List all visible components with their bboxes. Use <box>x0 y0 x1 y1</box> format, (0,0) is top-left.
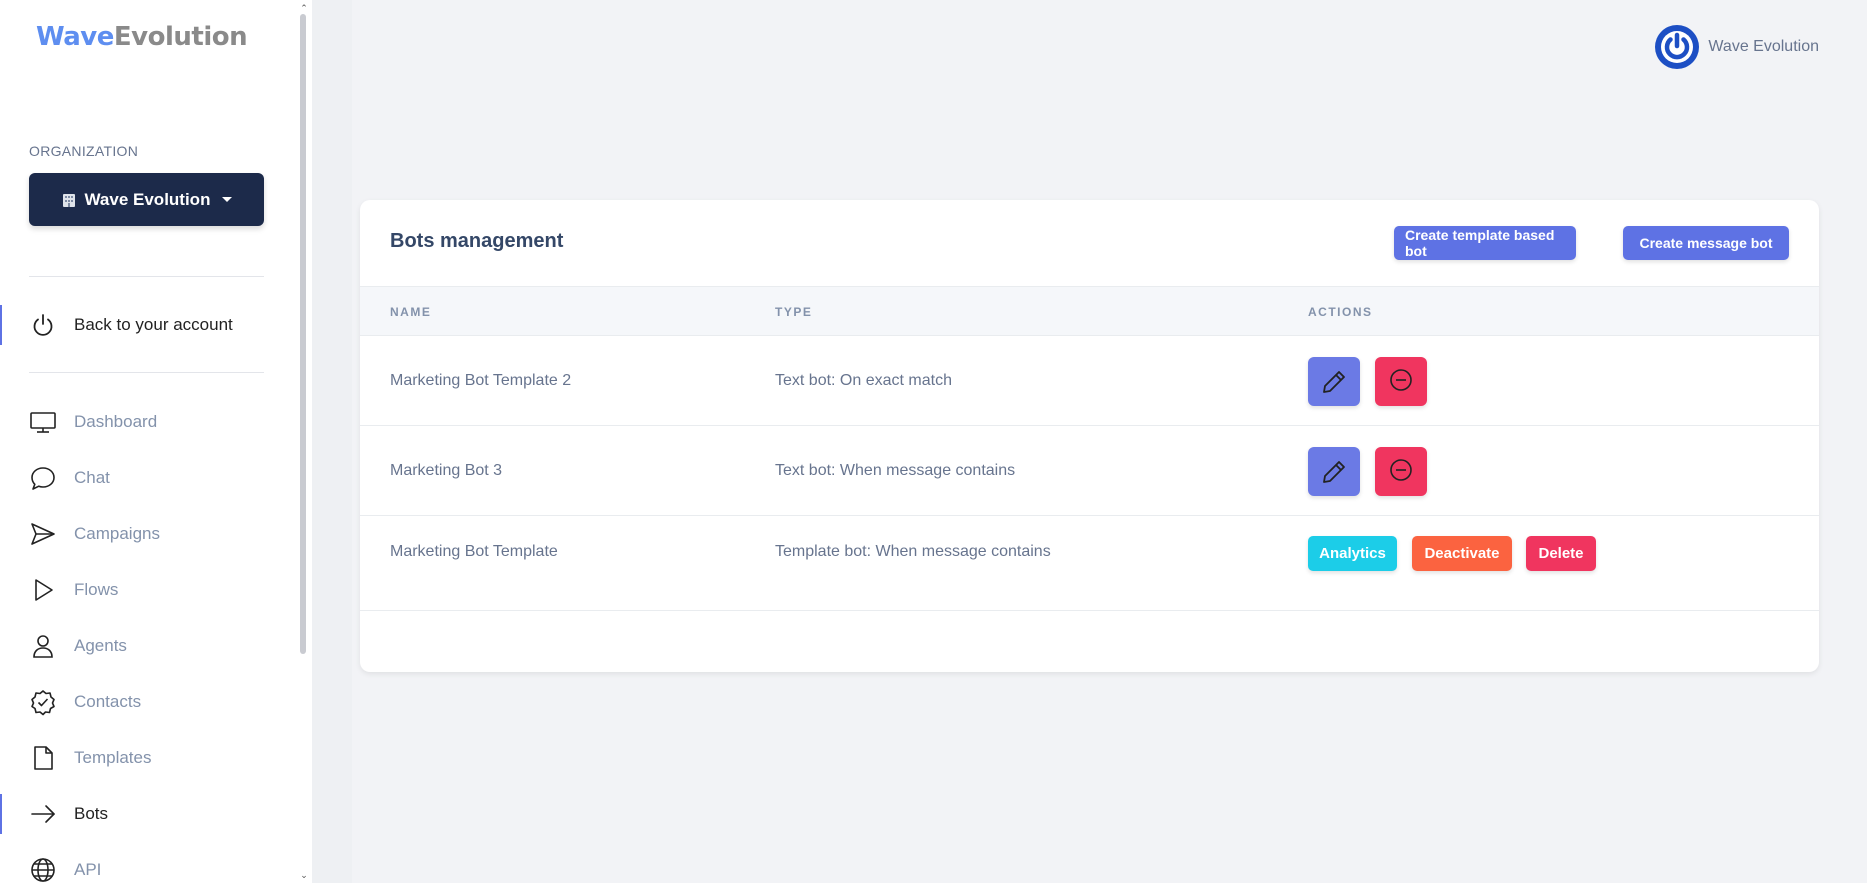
sidebar-item-label: Dashboard <box>74 412 158 431</box>
bots-management-card: Bots management Create template based bo… <box>360 200 1819 672</box>
organization-label: ORGANIZATION <box>29 143 139 159</box>
pencil-icon <box>1323 460 1345 483</box>
divider <box>29 276 264 277</box>
edit-button[interactable] <box>1308 447 1360 496</box>
badge-check-icon <box>29 688 57 716</box>
remove-button[interactable] <box>1375 357 1427 406</box>
divider <box>29 372 264 373</box>
bot-name: Marketing Bot Template 2 <box>390 372 572 389</box>
brand-part-1: Wave <box>36 22 114 52</box>
sidebar-item-label: Chat <box>74 468 110 487</box>
back-to-account-label: Back to your account <box>74 315 233 334</box>
sidebar-item-dashboard[interactable]: Dashboard <box>0 402 297 442</box>
power-logo-avatar-icon <box>1655 25 1700 69</box>
sidebar-gutter <box>312 0 352 883</box>
user-icon <box>29 632 57 660</box>
create-template-bot-button[interactable]: Create template based bot <box>1394 226 1576 260</box>
scrollbar-thumb[interactable] <box>300 14 306 654</box>
bot-name: Marketing Bot Template <box>390 543 558 560</box>
power-icon <box>29 311 57 339</box>
analytics-button[interactable]: Analytics <box>1308 536 1397 571</box>
sidebar-item-bots[interactable]: Bots <box>0 794 297 834</box>
remove-button[interactable] <box>1375 447 1427 496</box>
bot-name: Marketing Bot 3 <box>390 462 503 479</box>
chat-bubble-icon <box>29 464 57 492</box>
sidebar-item-label: Templates <box>74 748 152 767</box>
brand-part-2: Evolution <box>113 22 248 52</box>
user-name: Wave Evolution <box>1708 38 1819 55</box>
create-message-bot-button[interactable]: Create message bot <box>1623 226 1789 260</box>
deactivate-button[interactable]: Deactivate <box>1412 536 1512 571</box>
file-icon <box>29 744 57 772</box>
table-row: Marketing Bot 3 Text bot: When message c… <box>360 426 1819 516</box>
card-title: Bots management <box>390 230 564 252</box>
sidebar-item-contacts[interactable]: Contacts <box>0 682 297 722</box>
minus-circle-icon <box>1390 458 1412 481</box>
building-icon <box>62 193 75 207</box>
sidebar-scrollbar[interactable]: ⌃ ⌄ <box>297 0 312 883</box>
column-header-name: NAME <box>390 305 432 319</box>
sidebar-item-label: Agents <box>74 636 127 655</box>
sidebar-item-templates[interactable]: Templates <box>0 738 297 778</box>
sidebar-item-agents[interactable]: Agents <box>0 626 297 666</box>
minus-circle-icon <box>1390 368 1412 391</box>
organization-name: Wave Evolution <box>84 189 211 209</box>
active-indicator <box>0 305 2 345</box>
send-icon <box>29 520 57 548</box>
sidebar-item-chat[interactable]: Chat <box>0 458 297 498</box>
bot-type: Text bot: On exact match <box>775 372 952 389</box>
sidebar-item-label: Flows <box>74 580 119 599</box>
scroll-down-icon[interactable]: ⌄ <box>299 870 309 880</box>
sidebar-item-label: API <box>74 860 102 879</box>
bot-type: Template bot: When message contains <box>775 543 1051 560</box>
column-header-type: TYPE <box>775 305 813 319</box>
sidebar-item-api[interactable]: API <box>0 850 297 883</box>
pencil-icon <box>1323 370 1345 393</box>
delete-button[interactable]: Delete <box>1526 536 1596 571</box>
active-indicator <box>0 794 2 834</box>
brand-logo[interactable]: WaveEvolution <box>36 22 248 52</box>
scroll-up-icon[interactable]: ⌃ <box>299 3 309 13</box>
sidebar-item-label: Bots <box>74 804 109 823</box>
play-icon <box>29 576 57 604</box>
organization-dropdown-button[interactable]: Wave Evolution <box>29 173 264 226</box>
sidebar-item-label: Contacts <box>74 692 142 711</box>
caret-down-icon <box>222 197 233 202</box>
table-header: NAME TYPE ACTIONS <box>360 286 1819 336</box>
bot-type: Text bot: When message contains <box>775 462 1016 479</box>
table-row: Marketing Bot Template Template bot: Whe… <box>360 516 1819 611</box>
user-profile[interactable]: Wave Evolution <box>1654 24 1819 70</box>
sidebar-item-campaigns[interactable]: Campaigns <box>0 514 297 554</box>
sidebar: WaveEvolution ORGANIZATION Wave Evolutio… <box>0 0 312 883</box>
monitor-icon <box>29 408 57 436</box>
back-to-account-link[interactable]: Back to your account <box>0 305 297 345</box>
sidebar-item-label: Campaigns <box>74 524 160 543</box>
edit-button[interactable] <box>1308 357 1360 406</box>
column-header-actions: ACTIONS <box>1308 305 1373 319</box>
globe-icon <box>29 856 57 883</box>
sidebar-item-flows[interactable]: Flows <box>0 570 297 610</box>
table-row: Marketing Bot Template 2 Text bot: On ex… <box>360 336 1819 426</box>
arrow-right-icon <box>29 800 57 828</box>
